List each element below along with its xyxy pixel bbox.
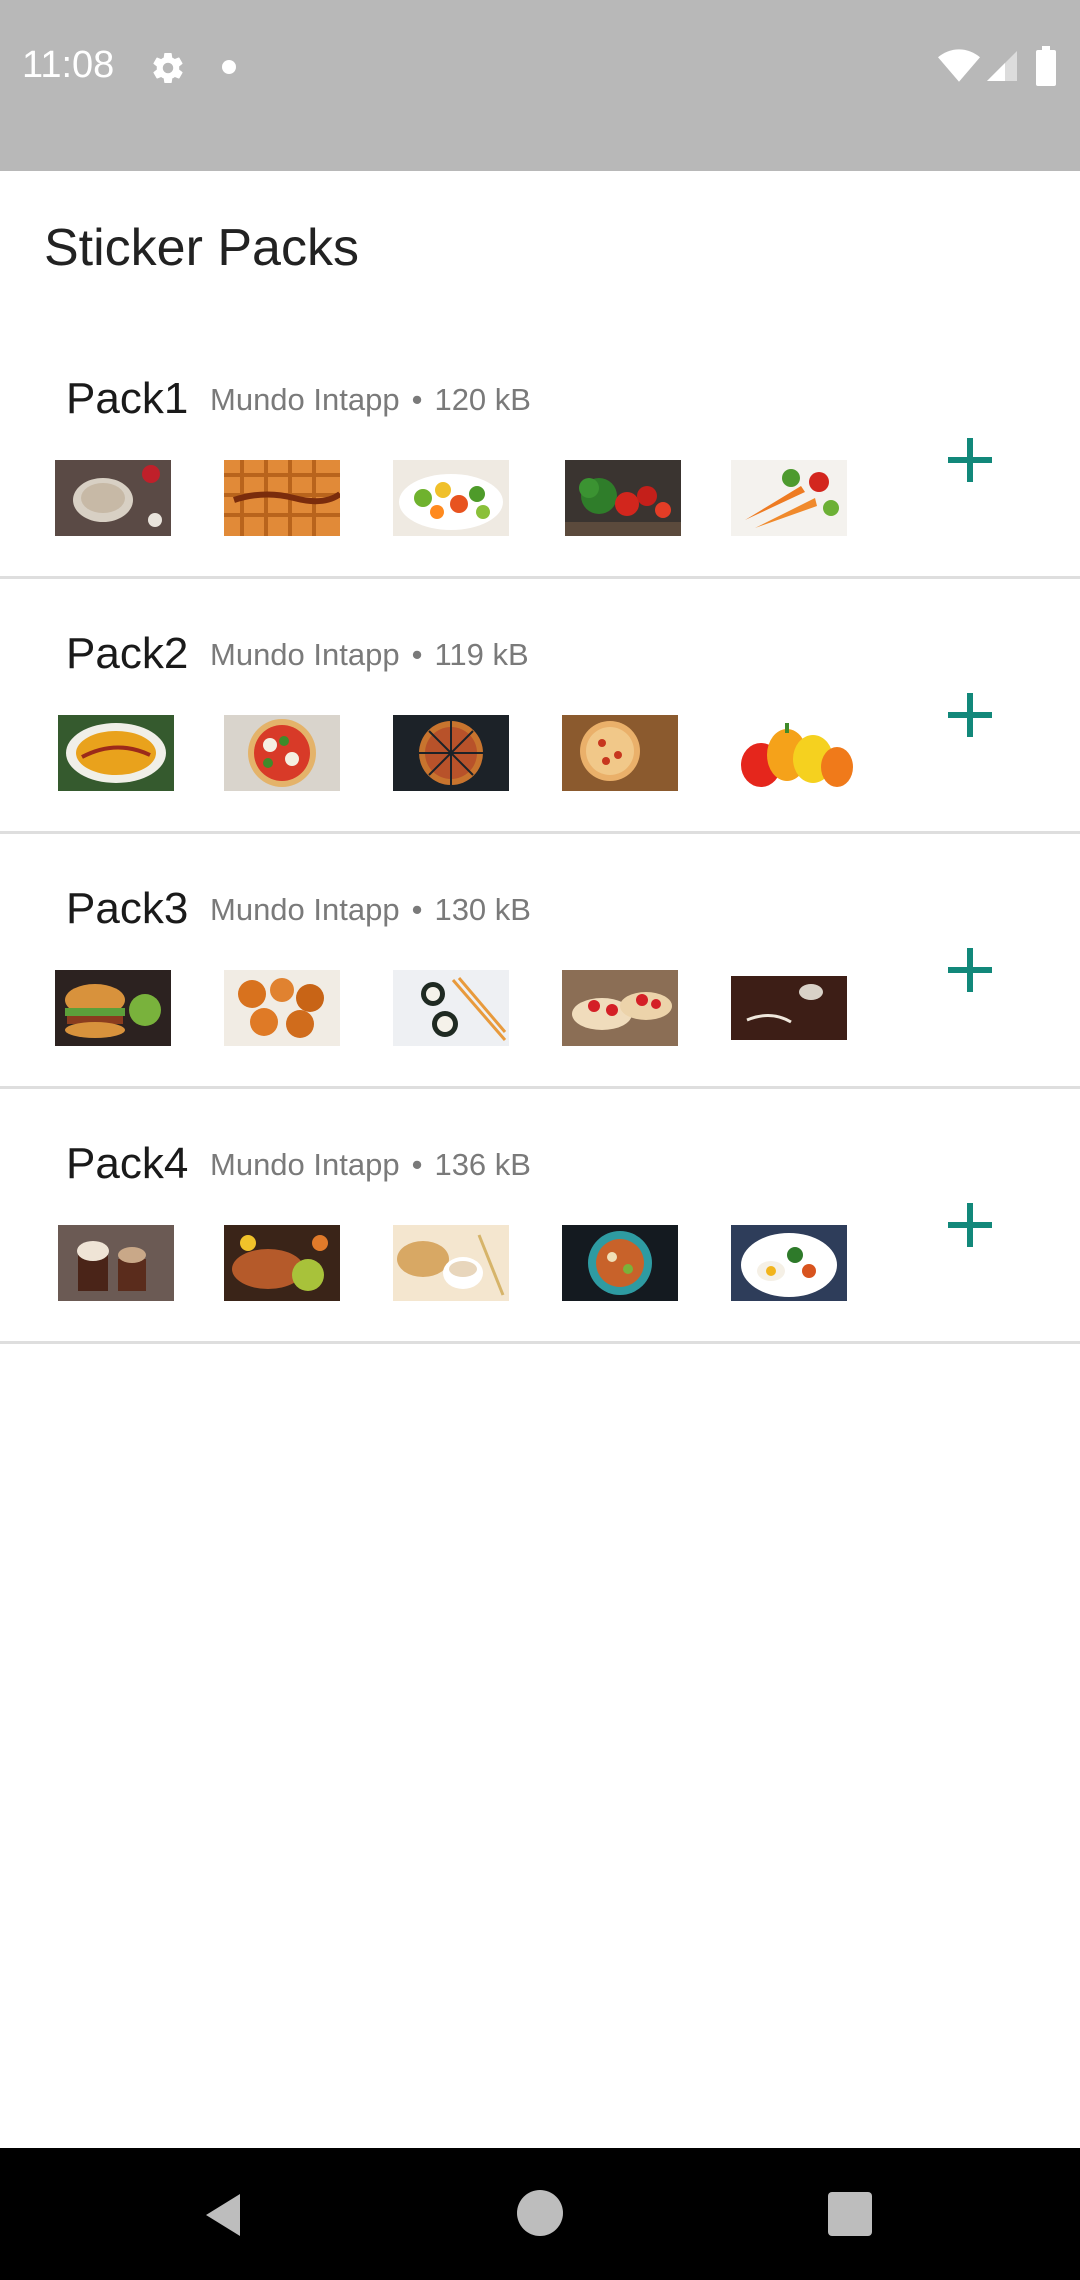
- status-bar: 11:08: [0, 0, 1080, 171]
- add-pack-button[interactable]: [930, 930, 1010, 1010]
- sticker-thumbnail-pizza-board: [562, 715, 678, 791]
- add-pack-button[interactable]: [930, 420, 1010, 500]
- sticker-thumbnail-bell-peppers: [737, 715, 853, 791]
- wifi-icon: [938, 49, 980, 82]
- pack-row[interactable]: Pack3 Mundo Intapp • 130 kB: [0, 834, 1080, 1089]
- plus-icon: [948, 693, 992, 737]
- gear-icon: [153, 53, 183, 84]
- home-icon[interactable]: [517, 2190, 563, 2236]
- add-pack-button[interactable]: [930, 1185, 1010, 1265]
- sticker-thumbnails: [0, 324, 1080, 579]
- plus-icon: [948, 438, 992, 482]
- sticker-thumbnail-strawberry-pastry: [562, 970, 678, 1046]
- sticker-thumbnails: [0, 834, 1080, 1089]
- battery-icon: [1036, 46, 1056, 86]
- sticker-thumbnail-teal-bowl-meal: [562, 1225, 678, 1301]
- pack-row[interactable]: Pack2 Mundo Intapp • 119 kB: [0, 579, 1080, 834]
- sticker-thumbnail-sushi-chopsticks: [393, 970, 509, 1046]
- sticker-thumbnail-chocolate-dessert: [731, 970, 847, 1046]
- recents-icon[interactable]: [828, 2192, 872, 2236]
- sticker-thumbnail-breakfast-plate: [731, 1225, 847, 1301]
- sticker-thumbnail-vegetable-salad: [393, 460, 509, 536]
- plus-icon: [948, 948, 992, 992]
- add-pack-button[interactable]: [930, 675, 1010, 755]
- sticker-thumbnail-dark-pizza: [393, 715, 509, 791]
- dot-icon: [222, 60, 236, 74]
- sticker-thumbnail-margherita-pizza: [224, 715, 340, 791]
- sticker-thumbnail-fried-chicken: [224, 970, 340, 1046]
- status-time: 11:08: [22, 44, 115, 86]
- back-icon[interactable]: [200, 2190, 250, 2240]
- navigation-bar: [0, 2148, 1080, 2280]
- pack-row[interactable]: Pack1 Mundo Intapp • 120 kB: [0, 324, 1080, 579]
- pack-row[interactable]: Pack4 Mundo Intapp • 136 kB: [0, 1089, 1080, 1344]
- sticker-thumbnail-burger: [55, 970, 171, 1046]
- sticker-thumbnails: [0, 1089, 1080, 1344]
- sticker-thumbnail-bread-coffee: [393, 1225, 509, 1301]
- page-title: Sticker Packs: [44, 219, 359, 277]
- plus-icon: [948, 1203, 992, 1247]
- sticker-thumbnail-soup-bowl: [58, 715, 174, 791]
- sticker-thumbnail-waffle-syrup: [224, 460, 340, 536]
- sticker-thumbnail-grilled-meat-platter: [224, 1225, 340, 1301]
- signal-icon: [987, 51, 1017, 81]
- sticker-thumbnail-oatmeal-bowl: [55, 460, 171, 536]
- sticker-thumbnail-chocolate-cups: [58, 1225, 174, 1301]
- sticker-thumbnail-broccoli-tomatoes: [565, 460, 681, 536]
- sticker-thumbnails: [0, 579, 1080, 834]
- sticker-thumbnail-carrots-vegetables: [731, 460, 847, 536]
